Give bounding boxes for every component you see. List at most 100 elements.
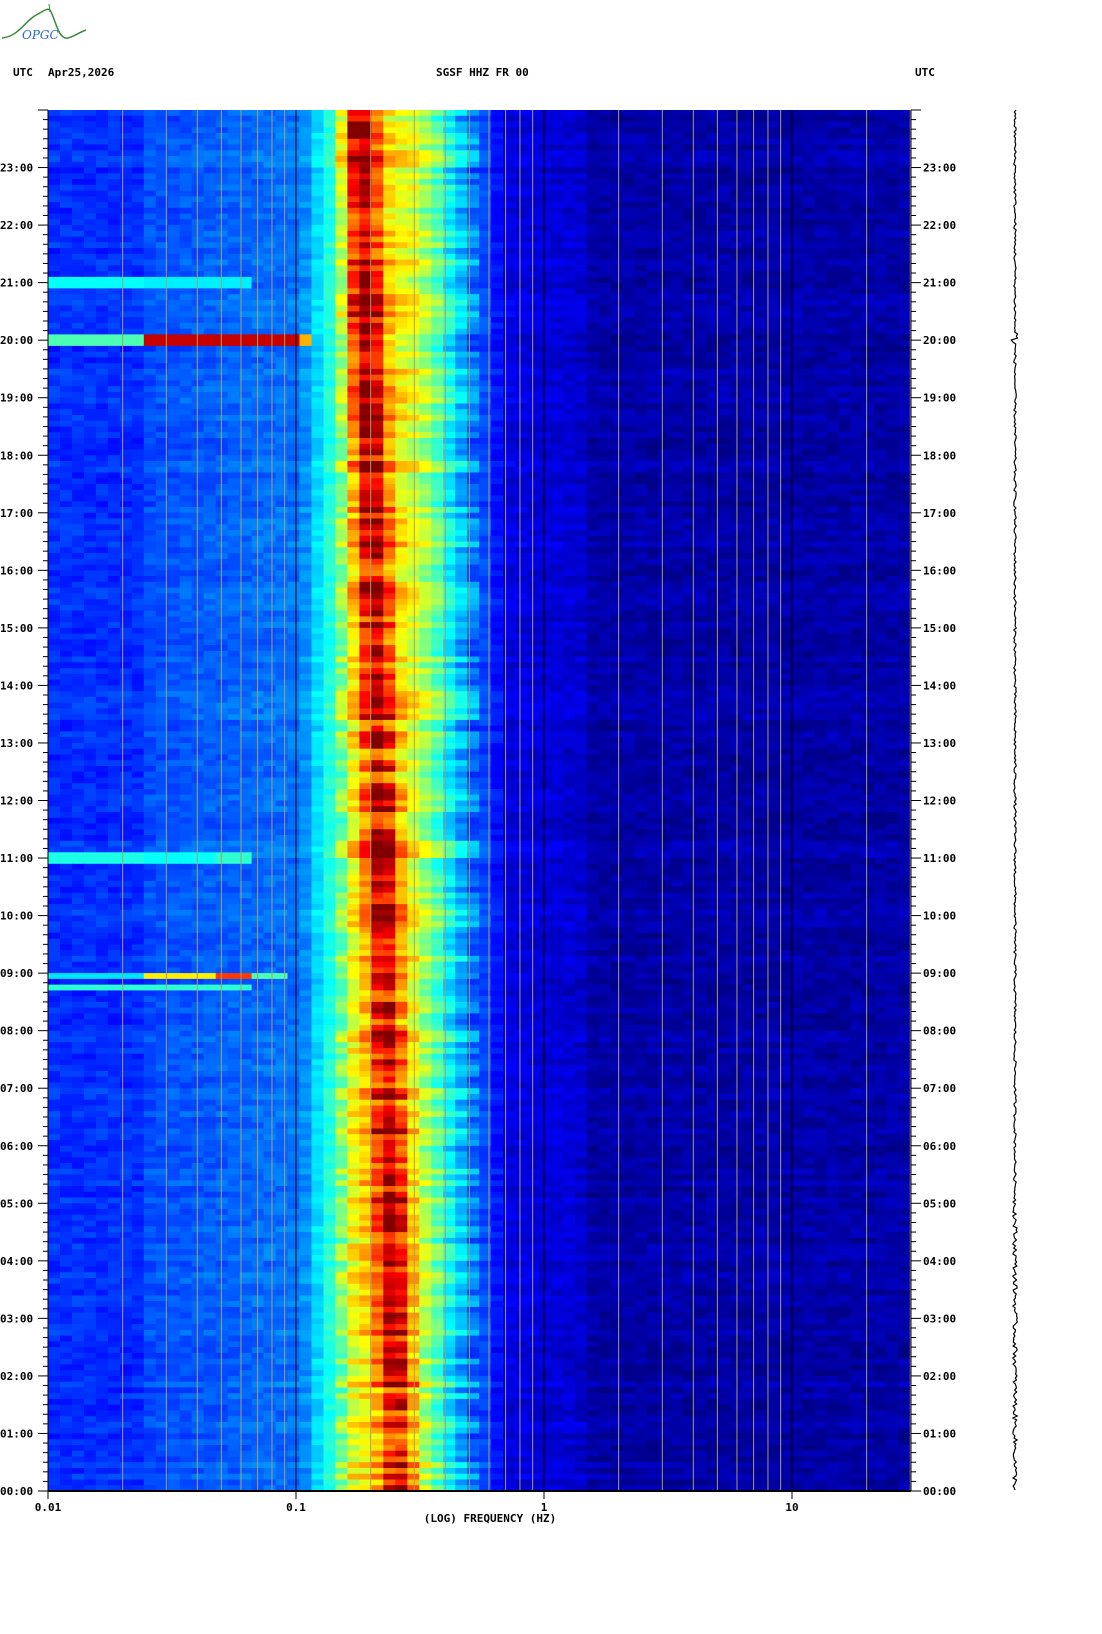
heatmap-cell (695, 219, 708, 225)
heatmap-cell (96, 277, 109, 283)
heatmap-cell (527, 254, 540, 260)
heatmap-cell (803, 248, 816, 254)
heatmap-cell (563, 375, 576, 381)
heatmap-cell (803, 208, 816, 214)
heatmap-cell (96, 386, 109, 392)
heatmap-cell (144, 409, 157, 415)
heatmap-cell (839, 409, 852, 415)
heatmap-cell (862, 219, 875, 225)
heatmap-cell (383, 122, 396, 128)
heatmap-cell (228, 306, 241, 312)
heatmap-cell (695, 156, 708, 162)
heatmap-cell (898, 294, 911, 300)
heatmap-cell (695, 329, 708, 335)
heatmap-cell (347, 150, 360, 156)
heatmap-cell (850, 386, 863, 392)
heatmap-cell (803, 357, 816, 363)
heatmap-cell (515, 156, 528, 162)
heatmap-cell (359, 214, 372, 220)
heatmap-cell (383, 404, 396, 410)
heatmap-cell (455, 294, 468, 300)
heatmap-cell (551, 237, 564, 243)
heatmap-cell (192, 265, 205, 271)
heatmap-cell (479, 283, 492, 289)
heatmap-cell (803, 294, 816, 300)
heatmap-cell (48, 392, 61, 398)
heatmap-cell (647, 357, 660, 363)
heatmap-cell (132, 122, 145, 128)
heatmap-cell (383, 317, 396, 323)
heatmap-cell (108, 219, 121, 225)
heatmap-cell (168, 231, 181, 237)
heatmap-cell (850, 145, 863, 151)
heatmap-cell (276, 156, 289, 162)
heatmap-cell (719, 398, 732, 404)
heatmap-cell (228, 179, 241, 185)
heatmap-cell (72, 392, 85, 398)
heatmap-cell (120, 346, 133, 352)
heatmap-cell (371, 357, 384, 363)
heatmap-cell (803, 179, 816, 185)
heatmap-cell (455, 214, 468, 220)
heatmap-cell (515, 352, 528, 358)
heatmap-cell (503, 317, 516, 323)
heatmap-cell (850, 346, 863, 352)
heatmap-cell (108, 248, 121, 254)
heatmap-cell (455, 306, 468, 312)
heatmap-cell (144, 133, 157, 139)
heatmap-cell (324, 196, 337, 202)
heatmap-cell (96, 162, 109, 168)
heatmap-cell (695, 300, 708, 306)
heatmap-cell (755, 323, 768, 329)
heatmap-cell (180, 265, 193, 271)
heatmap-cell (695, 168, 708, 174)
heatmap-cell (288, 133, 301, 139)
heatmap-cell (288, 116, 301, 122)
heatmap-cell (324, 191, 337, 197)
heatmap-cell (767, 340, 780, 346)
heatmap-cell (84, 369, 97, 375)
heatmap-cell (312, 271, 325, 277)
heatmap-cell (216, 173, 229, 179)
heatmap-cell (216, 283, 229, 289)
heatmap-cell (839, 214, 852, 220)
heatmap-cell (671, 237, 684, 243)
heatmap-cell (371, 283, 384, 289)
heatmap-cell (419, 294, 432, 300)
heatmap-cell (264, 202, 277, 208)
heatmap-cell (539, 306, 552, 312)
heatmap-cell (563, 231, 576, 237)
heatmap-cell (288, 306, 301, 312)
heatmap-cell (300, 127, 313, 133)
heatmap-cell (803, 173, 816, 179)
heatmap-cell (168, 271, 181, 277)
heatmap-cell (240, 352, 253, 358)
heatmap-cell (862, 398, 875, 404)
heatmap-cell (228, 191, 241, 197)
heatmap-cell (216, 398, 229, 404)
heatmap-cell (96, 116, 109, 122)
heatmap-cell (84, 329, 97, 335)
heatmap-cell (359, 329, 372, 335)
heatmap-cell (84, 306, 97, 312)
heatmap-cell (839, 369, 852, 375)
heatmap-cell (719, 214, 732, 220)
heatmap-cell (898, 311, 911, 317)
heatmap-cell (144, 260, 157, 266)
heatmap-cell (48, 145, 61, 151)
heatmap-cell (575, 173, 588, 179)
heatmap-cell (455, 311, 468, 317)
heatmap-cell (515, 202, 528, 208)
heatmap-cell (120, 162, 133, 168)
heatmap-cell (874, 133, 887, 139)
heatmap-cell (862, 191, 875, 197)
heatmap-cell (755, 150, 768, 156)
heatmap-cell (407, 369, 420, 375)
heatmap-cell (84, 242, 97, 248)
heatmap-cell (503, 357, 516, 363)
heatmap-cell (48, 237, 61, 243)
heatmap-cell (180, 225, 193, 231)
heatmap-cell (803, 219, 816, 225)
heatmap-cell (611, 404, 624, 410)
heatmap-cell (539, 173, 552, 179)
